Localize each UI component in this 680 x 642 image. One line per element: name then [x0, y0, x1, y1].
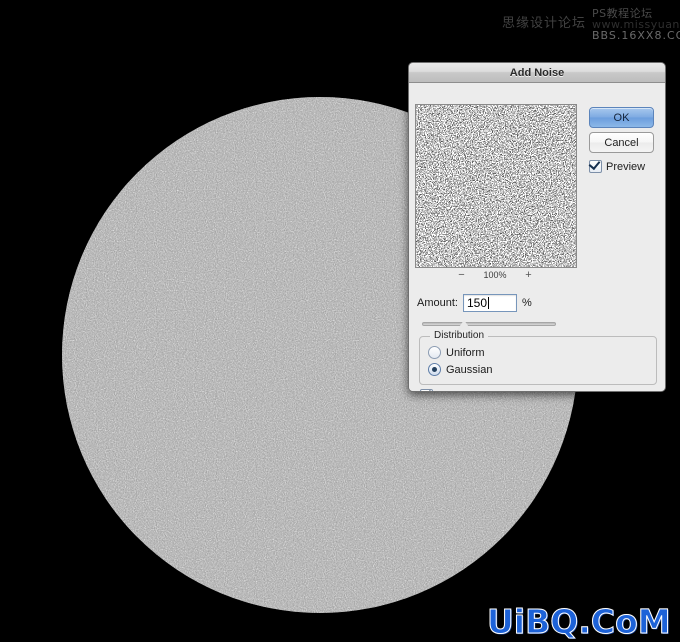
distribution-group: Distribution Uniform Gaussian	[419, 330, 657, 385]
noise-preview[interactable]	[415, 104, 577, 268]
dialog-body: − 100% + OK Cancel Preview Amount: 150 %	[409, 83, 665, 391]
amount-label: Amount:	[417, 297, 458, 309]
distribution-legend: Distribution	[430, 330, 489, 341]
screenshot-canvas: 思缘设计论坛 PS教程论坛 www.missyuan.com BBS.16XX8…	[0, 0, 680, 642]
zoom-out-button[interactable]: −	[455, 270, 467, 281]
watermark-url-line3: BBS.16XX8.COM	[592, 29, 680, 42]
zoom-in-button[interactable]: +	[523, 270, 535, 281]
preview-checkbox-row[interactable]: Preview	[589, 160, 645, 173]
radio-gaussian[interactable]: Gaussian	[428, 363, 492, 376]
monochromatic-label: Monochromatic	[438, 390, 513, 392]
radio-uniform[interactable]: Uniform	[428, 346, 485, 359]
add-noise-dialog: Add Noise − 100% + OK Cancel Preview Amo…	[408, 62, 666, 392]
radio-uniform-label: Uniform	[446, 346, 485, 359]
ok-button[interactable]: OK	[589, 107, 654, 128]
preview-checkbox[interactable]	[589, 160, 602, 173]
watermark-url-line1: PS教程论坛	[592, 7, 653, 20]
text-caret	[488, 297, 489, 309]
preview-noise-texture	[416, 105, 576, 267]
cancel-button[interactable]: Cancel	[589, 132, 654, 153]
radio-gaussian-label: Gaussian	[446, 363, 493, 376]
watermark-chinese-top: 思缘设计论坛	[502, 16, 587, 31]
zoom-level-label: 100%	[483, 270, 507, 280]
watermark-url-line2: www.missyuan.com	[592, 18, 680, 31]
monochromatic-checkbox-row[interactable]: Monochromatic	[420, 389, 513, 392]
monochromatic-checkbox[interactable]	[420, 389, 433, 391]
amount-slider-thumb[interactable]	[456, 320, 471, 330]
preview-checkbox-label: Preview	[606, 160, 646, 173]
amount-slider[interactable]	[422, 318, 556, 330]
amount-row: Amount: 150 %	[417, 294, 532, 312]
amount-slider-track[interactable]	[422, 322, 556, 326]
watermark-url-top: PS教程论坛 www.missyuan.com BBS.16XX8.COM	[592, 8, 680, 41]
dialog-titlebar[interactable]: Add Noise	[409, 63, 665, 83]
amount-input[interactable]: 150	[462, 294, 517, 312]
watermark-uibq: UiBQ.CoM	[487, 602, 672, 642]
amount-unit-label: %	[521, 297, 532, 309]
radio-uniform-indicator[interactable]	[428, 346, 441, 359]
amount-value: 150	[466, 296, 487, 310]
preview-zoom-controls: − 100% +	[415, 268, 575, 282]
dialog-title: Add Noise	[509, 66, 565, 79]
radio-gaussian-indicator[interactable]	[428, 363, 441, 376]
